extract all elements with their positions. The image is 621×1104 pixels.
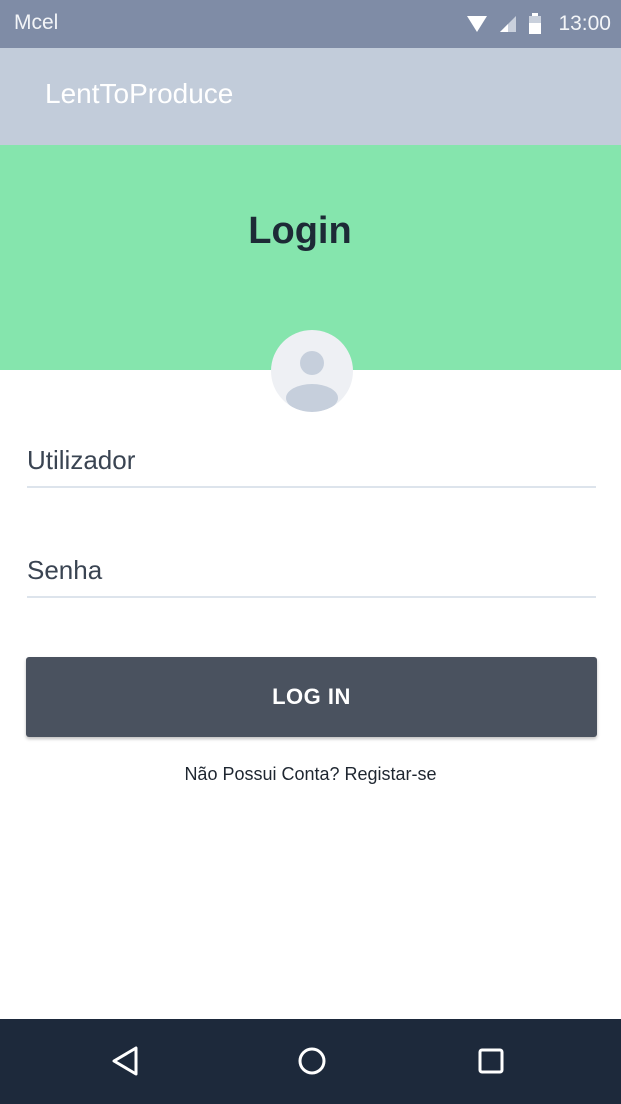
status-icons: 13:00 xyxy=(466,10,611,38)
login-button[interactable]: LOG IN xyxy=(26,657,597,737)
clock: 13:00 xyxy=(558,12,611,35)
status-bar: Mcel 13:00 xyxy=(0,0,621,48)
username-field-container xyxy=(27,426,596,488)
user-avatar-icon xyxy=(271,330,353,412)
navigation-bar xyxy=(0,1019,621,1104)
wifi-icon xyxy=(466,14,488,34)
username-field[interactable] xyxy=(27,445,596,476)
signal-icon xyxy=(498,14,518,34)
login-screen: Mcel 13:00 LentToProduce Login Utilizado… xyxy=(0,0,621,1104)
recent-apps-icon[interactable] xyxy=(469,1039,513,1083)
battery-icon xyxy=(528,13,542,35)
register-link[interactable]: Não Possui Conta? Registar-se xyxy=(0,764,621,785)
back-icon[interactable] xyxy=(103,1039,147,1083)
home-icon[interactable] xyxy=(290,1039,334,1083)
password-field-container xyxy=(27,536,596,598)
password-field[interactable] xyxy=(27,555,596,586)
app-title: LentToProduce xyxy=(45,78,234,109)
page-title: Login xyxy=(248,210,352,252)
app-bar: LentToProduce xyxy=(0,48,621,145)
carrier-name: Mcel xyxy=(14,11,59,34)
